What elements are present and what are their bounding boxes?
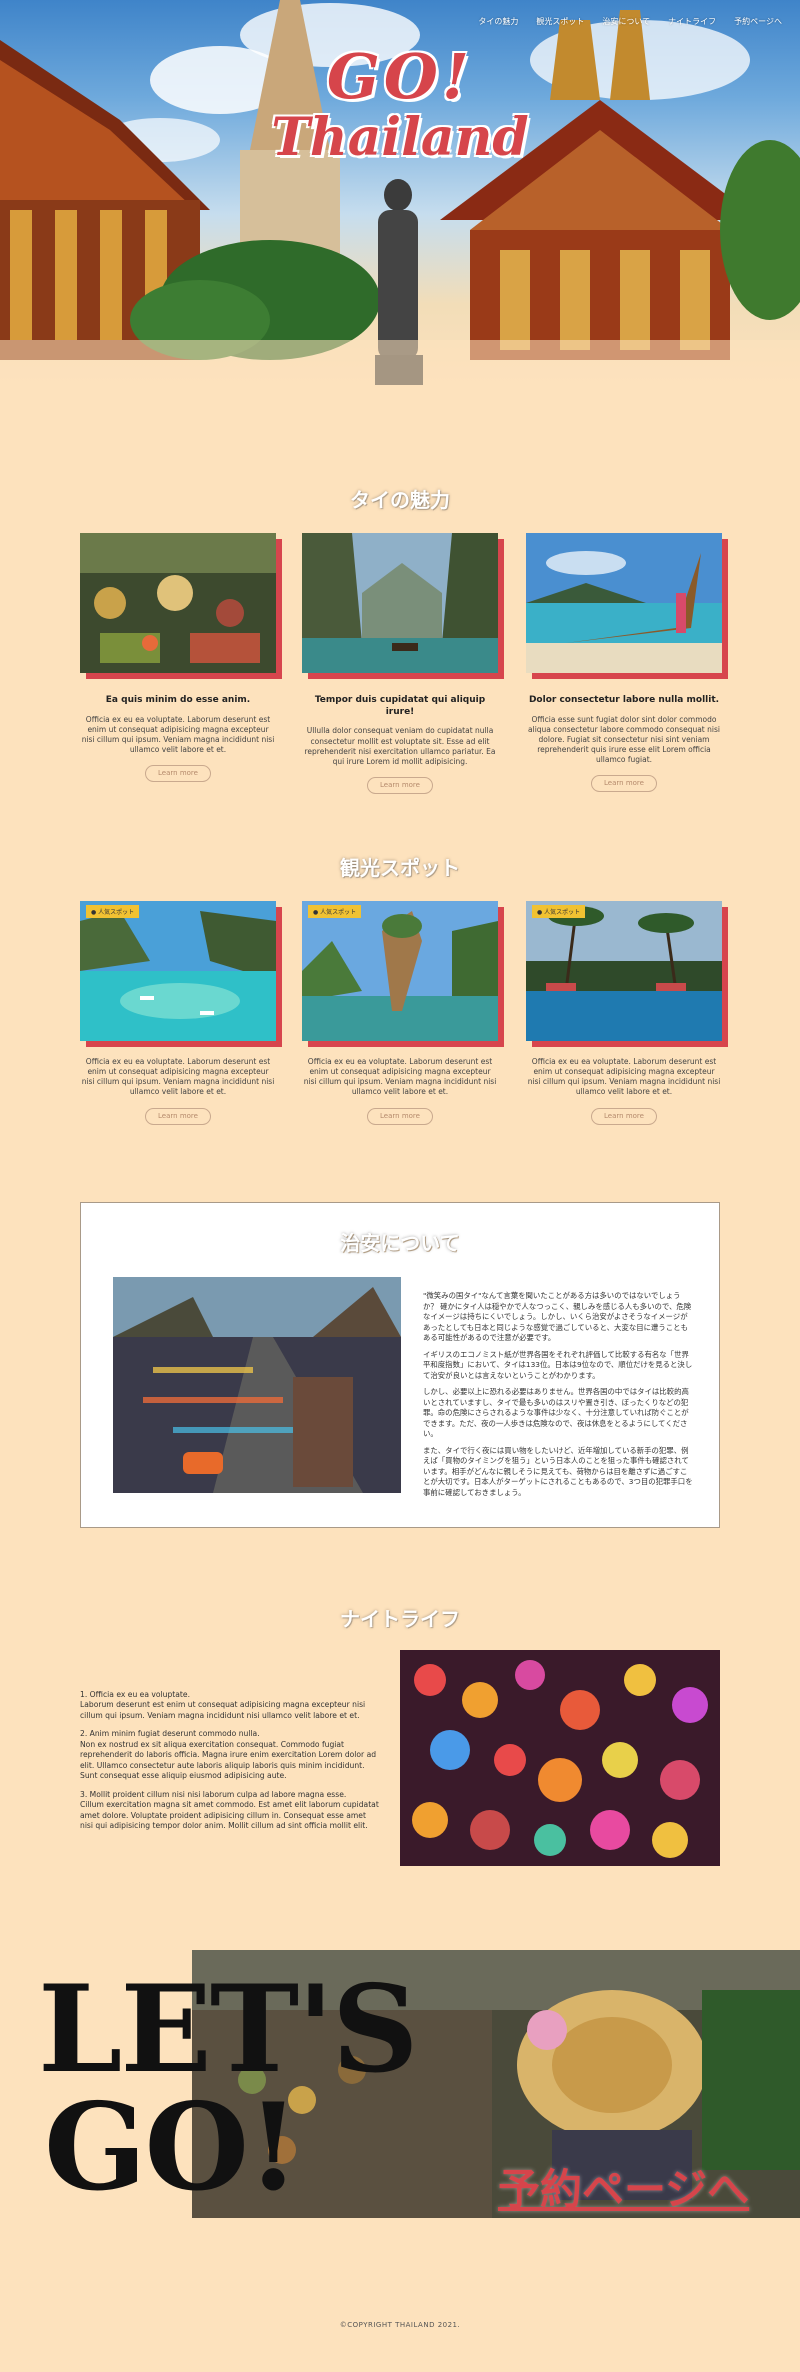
card-image — [302, 533, 504, 679]
spot-card: ● 人気スポット Officia ex eu ea voluptate. Lab… — [80, 901, 282, 1125]
card-text: Officia ex eu ea voluptate. Laborum dese… — [303, 1057, 497, 1097]
street-traffic-photo — [113, 1277, 401, 1493]
charm-card: Ea quis minim do esse anim. Officia ex e… — [80, 533, 282, 783]
cta-heading-line1: LET'S — [38, 1959, 419, 2100]
popular-badge: ● 人気スポット — [532, 905, 586, 918]
nightlife-list: 1. Officia ex eu ea voluptate. Laborum d… — [80, 1690, 380, 1840]
section-title-nightlife: ナイトライフ — [340, 1607, 460, 1631]
market-photo — [80, 533, 276, 673]
card-text: Officia esse sunt fugiat dolor sint dolo… — [528, 714, 720, 765]
main-nav: タイの魅力 観光スポット 治安について ナイトライフ 予約ページへ — [478, 16, 782, 27]
footer: ©COPYRIGHT THAILAND 2021. — [0, 2321, 800, 2329]
list-item: 2. Anim minim fugiat deserunt commodo nu… — [80, 1729, 377, 1781]
learn-more-button[interactable]: Learn more — [591, 775, 657, 793]
charm-card: Tempor duis cupidatat qui aliquip irure!… — [302, 533, 504, 794]
nav-link-reservation[interactable]: 予約ページへ — [734, 16, 782, 27]
card-image: ● 人気スポット — [80, 901, 282, 1047]
safety-text: "微笑みの国タイ"なんて言葉を聞いたことがある方は多いのではないでしょうか？ 確… — [423, 1291, 693, 1504]
hero-title-line1: GO! — [326, 40, 474, 113]
copyright-text: ©COPYRIGHT THAILAND 2021. — [339, 2321, 461, 2329]
nav-link-spots[interactable]: 観光スポット — [536, 16, 584, 27]
spot-card: ● 人気スポット Officia ex eu ea voluptate. Lab… — [526, 901, 728, 1125]
section-title-spots: 観光スポット — [340, 856, 460, 880]
card-title: Ea quis minim do esse anim. — [105, 695, 251, 705]
cliffs-boat-photo — [302, 533, 498, 673]
badge-label: 人気スポット — [98, 909, 135, 916]
learn-more-button[interactable]: Learn more — [145, 765, 211, 783]
card-image — [526, 533, 728, 679]
charm-card: Dolor consectetur labore nulla mollit. O… — [526, 533, 728, 793]
lanterns-photo — [400, 1650, 720, 1866]
safety-box: 治安について "微笑みの国タイ"なんて言葉を聞いたことがある方は多いのではないで… — [80, 1202, 720, 1528]
reservation-link[interactable]: 予約ページへ — [498, 2156, 749, 2217]
rock-island-photo — [302, 901, 498, 1041]
resort-pool-photo — [526, 901, 722, 1041]
card-image — [80, 533, 282, 679]
card-image: ● 人気スポット — [526, 901, 728, 1047]
spot-card: ● 人気スポット Officia ex eu ea voluptate. Lab… — [302, 901, 504, 1125]
cta-section: LET'S GO! 予約ページへ — [0, 1950, 800, 2218]
learn-more-button[interactable]: Learn more — [367, 1107, 433, 1125]
nav-link-safety[interactable]: 治安について — [602, 16, 650, 27]
longtail-boat-photo — [526, 533, 722, 673]
nav-link-charm[interactable]: タイの魅力 — [478, 16, 518, 27]
section-title-safety: 治安について — [340, 1231, 460, 1255]
nav-link-nightlife[interactable]: ナイトライフ — [668, 16, 716, 27]
card-text: Officia ex eu ea voluptate. Laborum dese… — [81, 714, 275, 755]
card-title: Dolor consectetur labore nulla mollit. — [528, 695, 720, 705]
safety-paragraph: イギリスのエコノミスト紙が世界各国をそれぞれ評価して比較する有名な「世界平和度指… — [423, 1349, 693, 1380]
hero-section: タイの魅力 観光スポット 治安について ナイトライフ 予約ページへ GO! Th… — [0, 0, 800, 390]
learn-more-button[interactable]: Learn more — [145, 1107, 211, 1125]
card-text: Officia ex eu ea voluptate. Laborum dese… — [527, 1057, 721, 1097]
learn-more-button[interactable]: Learn more — [367, 776, 433, 794]
popular-badge: ● 人気スポット — [308, 905, 362, 918]
badge-label: 人気スポット — [320, 909, 357, 916]
card-image: ● 人気スポット — [302, 901, 504, 1047]
card-title: Tempor duis cupidatat qui aliquip irure! — [314, 695, 486, 717]
list-item: 3. Mollit proident cillum nisi nisi labo… — [80, 1789, 379, 1831]
safety-paragraph: また、タイで行く夜には買い物をしたいけど、近年増加している新手の犯罪、例えば「買… — [423, 1445, 693, 1497]
card-text: Ullulla dolor consequat veniam do cupida… — [304, 726, 496, 766]
card-text: Officia ex eu ea voluptate. Laborum dese… — [81, 1057, 275, 1097]
section-title-charm: タイの魅力 — [350, 488, 450, 512]
learn-more-button[interactable]: Learn more — [591, 1107, 657, 1125]
lagoon-photo — [80, 901, 276, 1041]
popular-badge: ● 人気スポット — [86, 905, 140, 918]
cta-heading-line2: GO! — [44, 2077, 300, 2218]
safety-paragraph: しかし、必要以上に恐れる必要はありません。世界各国の中ではタイは比較的高いとされ… — [423, 1387, 689, 1439]
list-item: 1. Officia ex eu ea voluptate. Laborum d… — [80, 1690, 366, 1720]
badge-label: 人気スポット — [544, 909, 581, 916]
hero-title-line2: Thailand — [271, 107, 529, 168]
safety-paragraph: "微笑みの国タイ"なんて言葉を聞いたことがある方は多いのではないでしょうか？ 確… — [423, 1291, 692, 1343]
